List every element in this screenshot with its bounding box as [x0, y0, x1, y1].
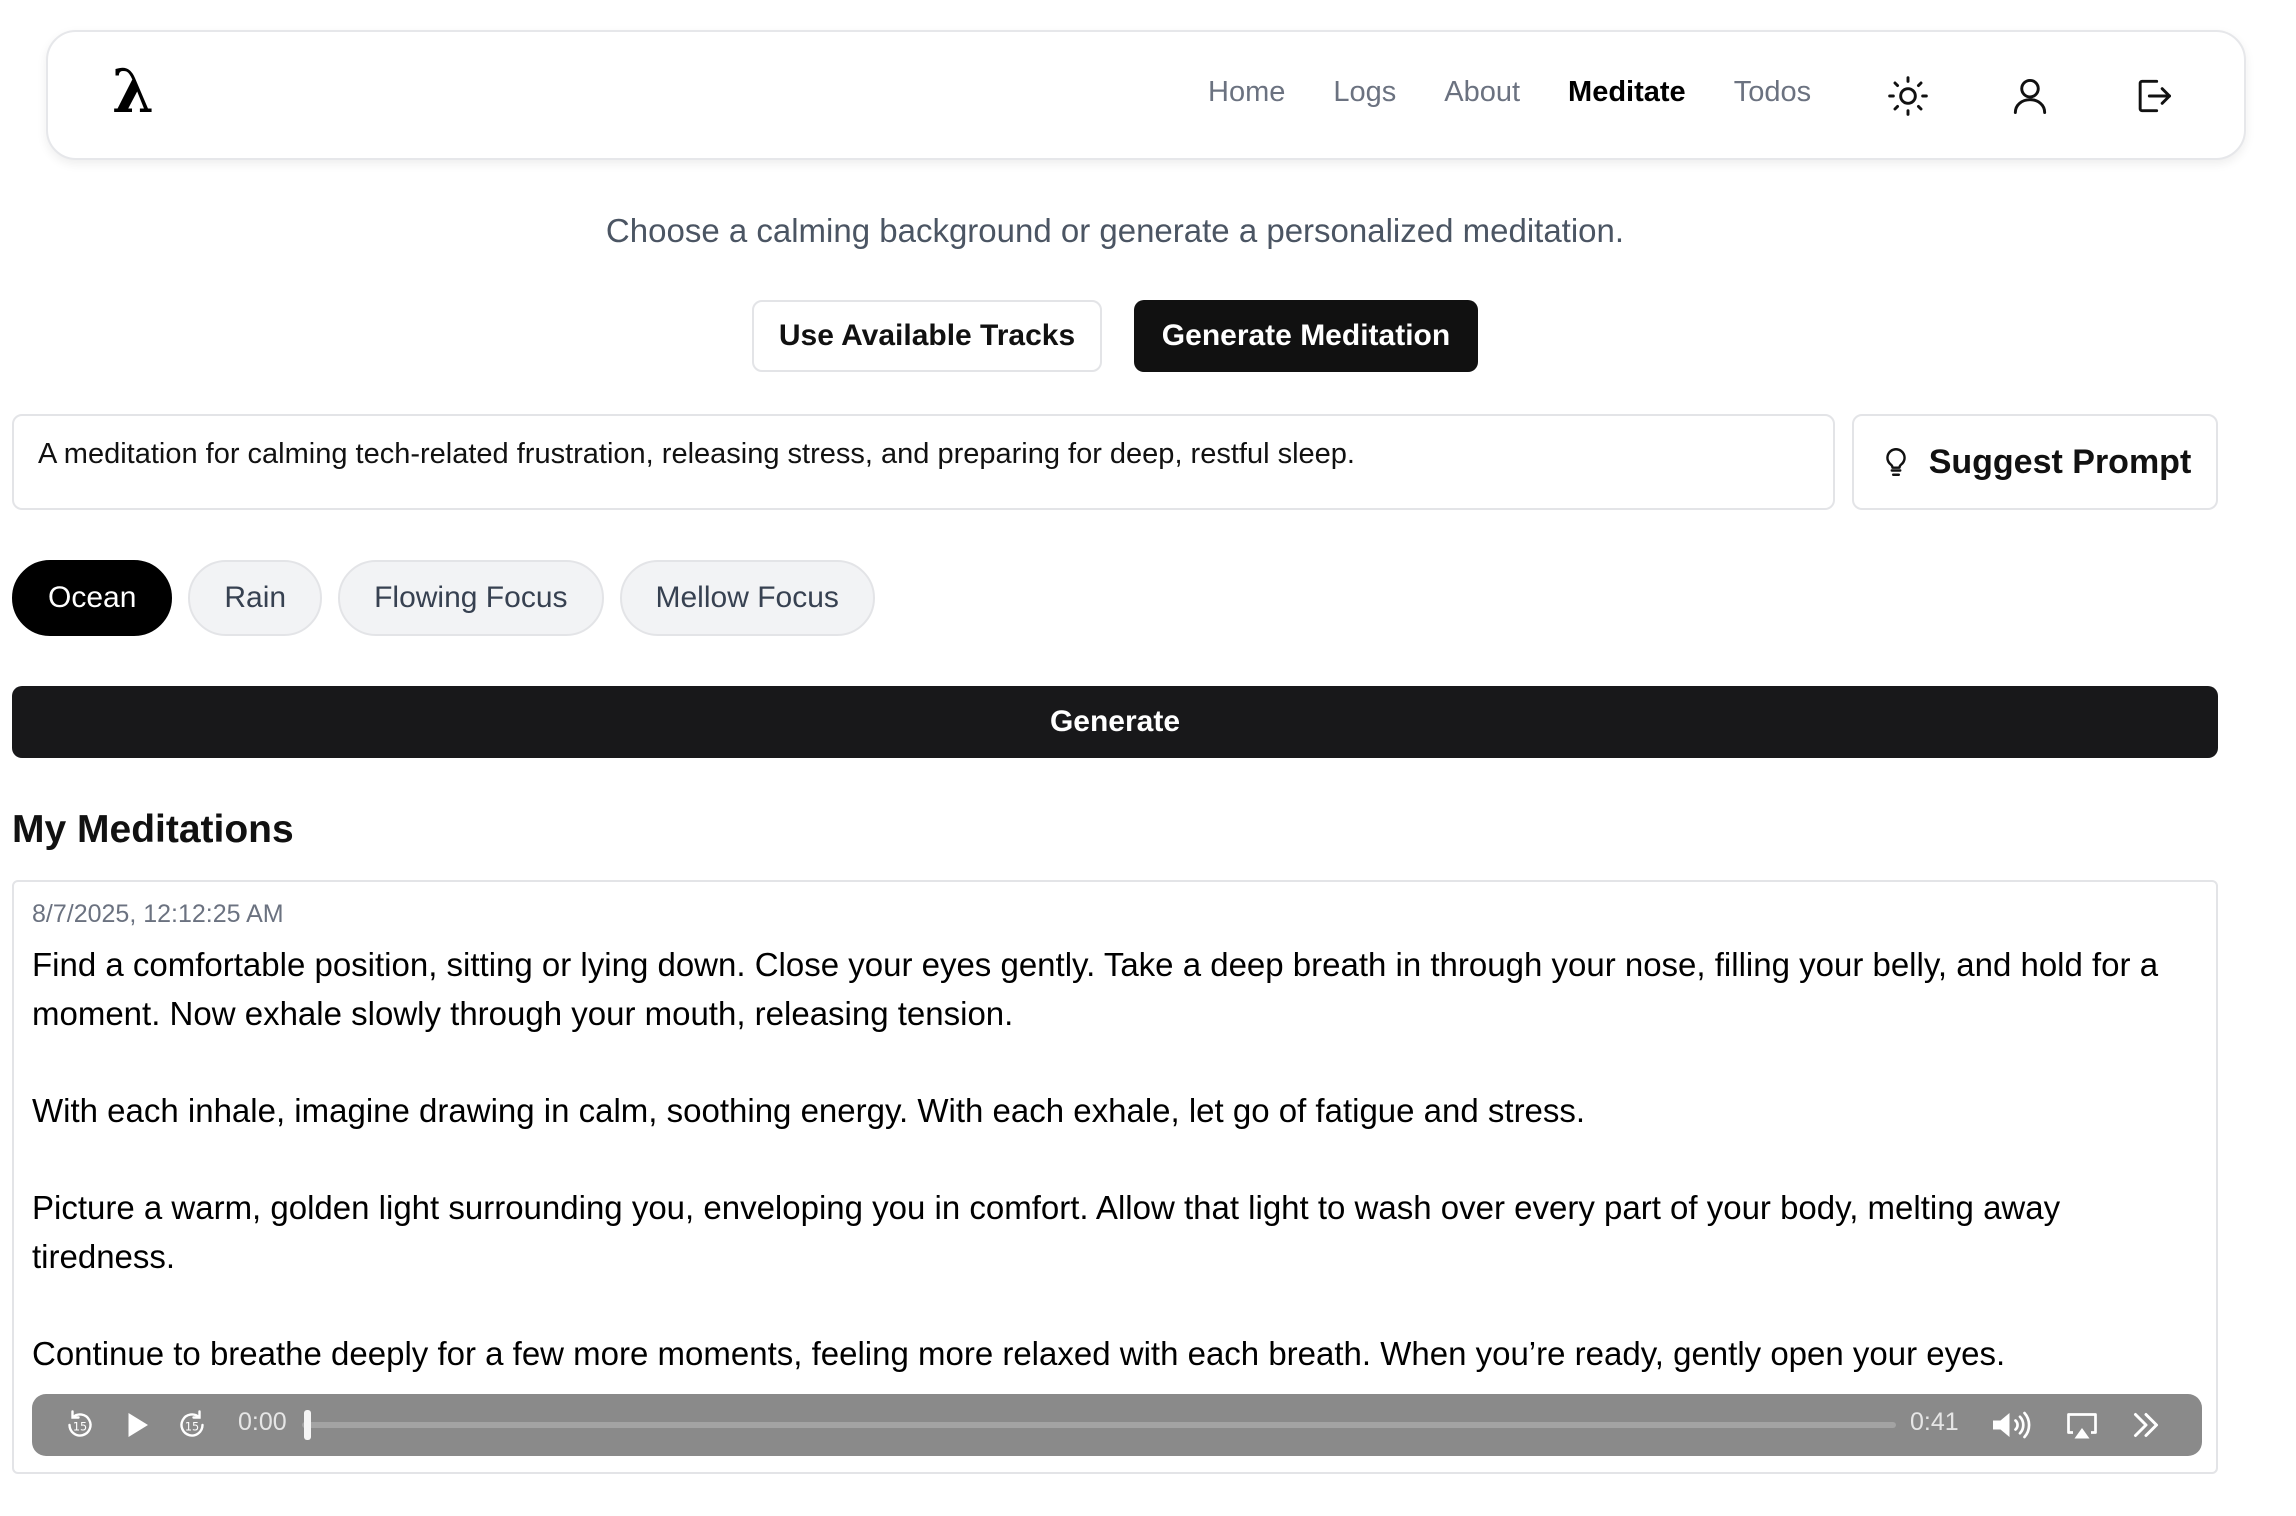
airplay-icon[interactable]	[2064, 1407, 2100, 1443]
section-title: My Meditations	[12, 808, 294, 851]
chip-rain[interactable]: Rain	[188, 560, 323, 636]
nav-link-meditate[interactable]: Meditate	[1568, 74, 1686, 112]
suggest-prompt-button[interactable]: Suggest Prompt	[1852, 414, 2218, 510]
lightbulb-icon	[1885, 448, 1906, 476]
nav-links: Home Logs About Meditate Todos	[1208, 74, 1859, 112]
meditation-paragraph: Find a comfortable position, sitting or …	[32, 946, 2159, 1032]
volume-icon[interactable]	[1988, 1407, 2034, 1443]
progress-thumb[interactable]	[304, 1410, 311, 1440]
current-time: 0:00	[238, 1408, 287, 1436]
meditation-paragraph: With each inhale, imagine drawing in cal…	[32, 1092, 1586, 1129]
page-subtitle: Choose a calming background or generate …	[605, 212, 1625, 249]
generate-meditation-button[interactable]: Generate Meditation	[1134, 300, 1478, 372]
skip-forward-15-icon[interactable]: 15	[174, 1407, 210, 1443]
playback-speed-icon[interactable]	[2128, 1407, 2164, 1443]
svg-text:15: 15	[73, 1420, 87, 1433]
chip-flowing-focus[interactable]: Flowing Focus	[338, 560, 604, 636]
chip-ocean[interactable]: Ocean	[12, 560, 173, 636]
nav-link-todos[interactable]: Todos	[1734, 74, 1811, 112]
suggest-prompt-label: Suggest Prompt	[1928, 442, 2192, 481]
user-icon[interactable]	[2008, 74, 2052, 118]
use-available-tracks-button[interactable]: Use Available Tracks	[752, 300, 1102, 372]
audio-player: 15 15 0:00 0:41	[32, 1394, 2202, 1456]
meditation-card: 8/7/2025, 12:12:25 AM Find a comfortable…	[12, 880, 2218, 1474]
logo[interactable]: λ	[112, 62, 154, 122]
nav-link-logs[interactable]: Logs	[1333, 74, 1396, 112]
meditation-paragraph: Picture a warm, golden light surrounding…	[32, 1189, 2061, 1275]
background-chips: Ocean Rain Flowing Focus Mellow Focus	[12, 560, 891, 636]
generate-button[interactable]: Generate	[12, 686, 2218, 758]
nav-link-home[interactable]: Home	[1208, 74, 1285, 112]
progress-track[interactable]	[302, 1422, 1896, 1428]
meditation-timestamp: 8/7/2025, 12:12:25 AM	[32, 900, 284, 928]
meditation-text: Find a comfortable position, sitting or …	[32, 940, 2212, 1426]
play-icon[interactable]	[118, 1407, 154, 1443]
chip-mellow-focus[interactable]: Mellow Focus	[619, 560, 875, 636]
duration: 0:41	[1910, 1408, 1959, 1436]
svg-text:15: 15	[185, 1420, 199, 1433]
prompt-input[interactable]: A meditation for calming tech-related fr…	[12, 414, 1835, 510]
skip-back-15-icon[interactable]: 15	[62, 1407, 98, 1443]
sun-icon[interactable]	[1886, 74, 1930, 118]
logout-icon[interactable]	[2131, 74, 2175, 118]
nav-link-about[interactable]: About	[1444, 74, 1520, 112]
meditation-paragraph: Continue to breathe deeply for a few mor…	[32, 1335, 2006, 1372]
navbar: λ Home Logs About Meditate Todos	[46, 30, 2246, 160]
